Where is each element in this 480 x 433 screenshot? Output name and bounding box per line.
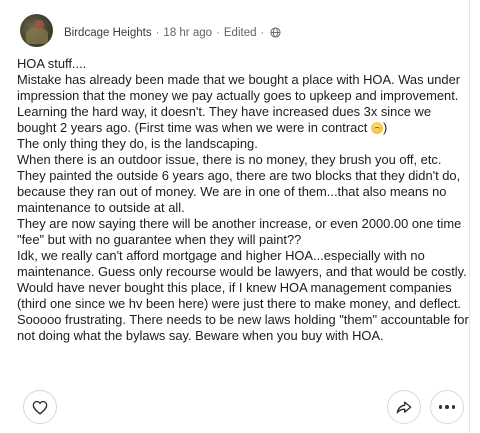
meta-separator: · <box>260 26 265 39</box>
post-paragraph: The only thing they do, is the landscapi… <box>17 136 258 151</box>
grimace-emoji-icon <box>370 122 383 134</box>
meta-separator: · <box>155 26 160 39</box>
post-paragraph: HOA stuff.... <box>17 56 87 71</box>
meta-separator: · <box>216 26 220 39</box>
heart-icon <box>32 400 48 415</box>
author-avatar[interactable] <box>20 14 53 47</box>
post-paragraph: When there is an outdoor issue, there is… <box>17 152 461 215</box>
more-horizontal-icon <box>438 405 456 409</box>
like-button[interactable] <box>23 390 57 424</box>
author-name[interactable]: Birdcage Heights <box>64 27 152 39</box>
share-arrow-icon <box>396 401 412 414</box>
paragraph-text: Mistake has already been made that we bo… <box>17 72 461 135</box>
post-paragraph: They are now saying there will be anothe… <box>17 216 462 247</box>
more-options-button[interactable] <box>430 390 464 424</box>
post-paragraph: Mistake has already been made that we bo… <box>17 72 469 136</box>
post-paragraph: Idk, we really can't afford mortgage and… <box>17 248 467 311</box>
post-body: HOA stuff.... Mistake has already been m… <box>17 56 469 344</box>
post-header: Birdcage Heights · 18 hr ago · Edited · <box>20 14 281 47</box>
post-card: Birdcage Heights · 18 hr ago · Edited · … <box>0 0 470 433</box>
post-paragraph: Sooooo frustrating. There needs to be ne… <box>17 312 469 343</box>
share-button[interactable] <box>387 390 421 424</box>
post-meta: Birdcage Heights · 18 hr ago · Edited · <box>64 27 281 39</box>
post-time: 18 hr ago <box>163 26 213 39</box>
edited-label: Edited <box>223 26 257 39</box>
globe-icon <box>270 27 281 38</box>
paragraph-text: ) <box>382 120 388 135</box>
